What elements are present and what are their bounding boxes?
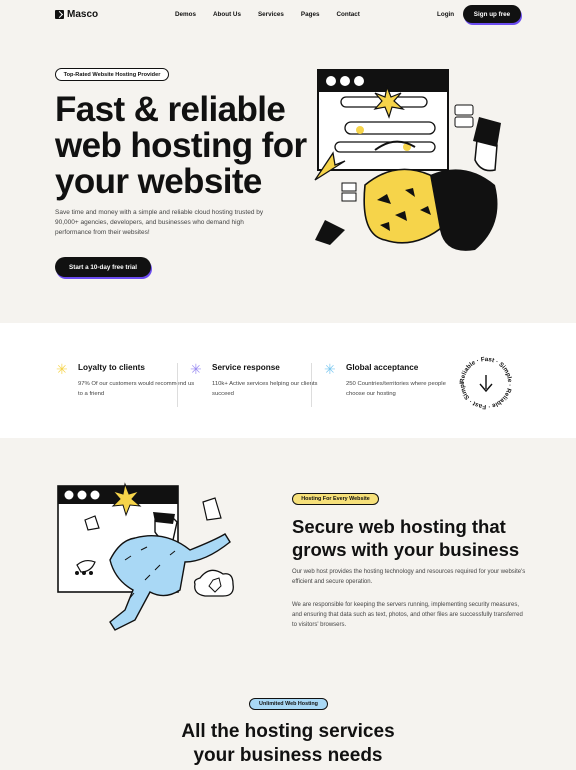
features-strip: ✳ Loyalty to clients 97% Of our customer… bbox=[0, 323, 576, 438]
divider bbox=[177, 363, 178, 407]
nav-item-pages[interactable]: Pages bbox=[301, 11, 320, 18]
brand-name: Masco bbox=[67, 9, 99, 20]
hero-title-line-1: Fast & reliable bbox=[55, 90, 286, 129]
feature-title: Loyalty to clients bbox=[78, 363, 145, 372]
brand-logo[interactable]: Masco bbox=[55, 9, 98, 20]
arrow-down-icon bbox=[479, 375, 493, 393]
section3-title: All the hosting services your business n… bbox=[0, 720, 576, 768]
top-nav: Masco Demos About Us Services Pages Cont… bbox=[0, 0, 576, 30]
feature-desc: 250 Countries/territories where people c… bbox=[346, 381, 446, 397]
feature-title: Service response bbox=[212, 363, 280, 372]
circle-badge-text: Reliable · Fast · Simple · Reliable · Fa… bbox=[456, 353, 513, 410]
free-trial-button[interactable]: Start a 10-day free trial bbox=[55, 257, 151, 277]
hero-description: Save time and money with a simple and re… bbox=[55, 209, 264, 236]
circle-badge: Reliable · Fast · Simple · Reliable · Fa… bbox=[456, 353, 513, 410]
purple-sparkle-icon: ✳ bbox=[190, 361, 202, 377]
yellow-sparkle-icon: ✳ bbox=[56, 361, 68, 377]
hero-illustration bbox=[314, 69, 501, 251]
hero-title-line-2: web hosting for bbox=[55, 126, 307, 165]
nav-item-contact[interactable]: Contact bbox=[336, 11, 359, 18]
blue-sparkle-icon: ✳ bbox=[324, 361, 336, 377]
section2-paragraph-2: We are responsible for keeping the serve… bbox=[292, 602, 523, 628]
section2-title-line-1: Secure web hosting that bbox=[292, 516, 506, 537]
logo-icon bbox=[55, 10, 64, 19]
section2-badge: Hosting For Every Website bbox=[292, 493, 379, 505]
main-menu: Demos About Us Services Pages Contact bbox=[175, 11, 360, 18]
feature-desc: 97% Of our customers would recommend us … bbox=[78, 381, 195, 397]
section2-illustration bbox=[57, 482, 234, 631]
feature-title: Global acceptance bbox=[346, 363, 419, 372]
nav-item-demos[interactable]: Demos bbox=[175, 11, 196, 18]
section2-title: Secure web hosting that grows with your … bbox=[292, 515, 542, 561]
nav-item-services[interactable]: Services bbox=[258, 11, 284, 18]
feature-desc: 110k+ Active services helping our client… bbox=[212, 381, 318, 397]
nav-item-about-us[interactable]: About Us bbox=[213, 11, 241, 18]
section2-paragraph-1: Our web host provides the hosting techno… bbox=[292, 569, 526, 585]
section3-title-line-1: All the hosting services bbox=[181, 721, 395, 742]
hero-title-line-3: your website bbox=[55, 162, 262, 201]
svg-text:Reliable · Fast · Simple · Rel: Reliable · Fast · Simple · Reliable · Fa… bbox=[456, 353, 513, 410]
hero-badge: Top-Rated Website Hosting Provider bbox=[55, 68, 169, 81]
signup-button[interactable]: Sign up free bbox=[463, 5, 521, 23]
section2-title-line-2: grows with your business bbox=[292, 539, 520, 560]
hero-title: Fast & reliable web hosting for your web… bbox=[55, 92, 315, 200]
section3-title-line-2: your business needs bbox=[193, 745, 383, 766]
divider bbox=[311, 363, 312, 407]
section3-badge: Unlimited Web Hosting bbox=[249, 698, 328, 710]
login-link[interactable]: Login bbox=[437, 11, 454, 18]
